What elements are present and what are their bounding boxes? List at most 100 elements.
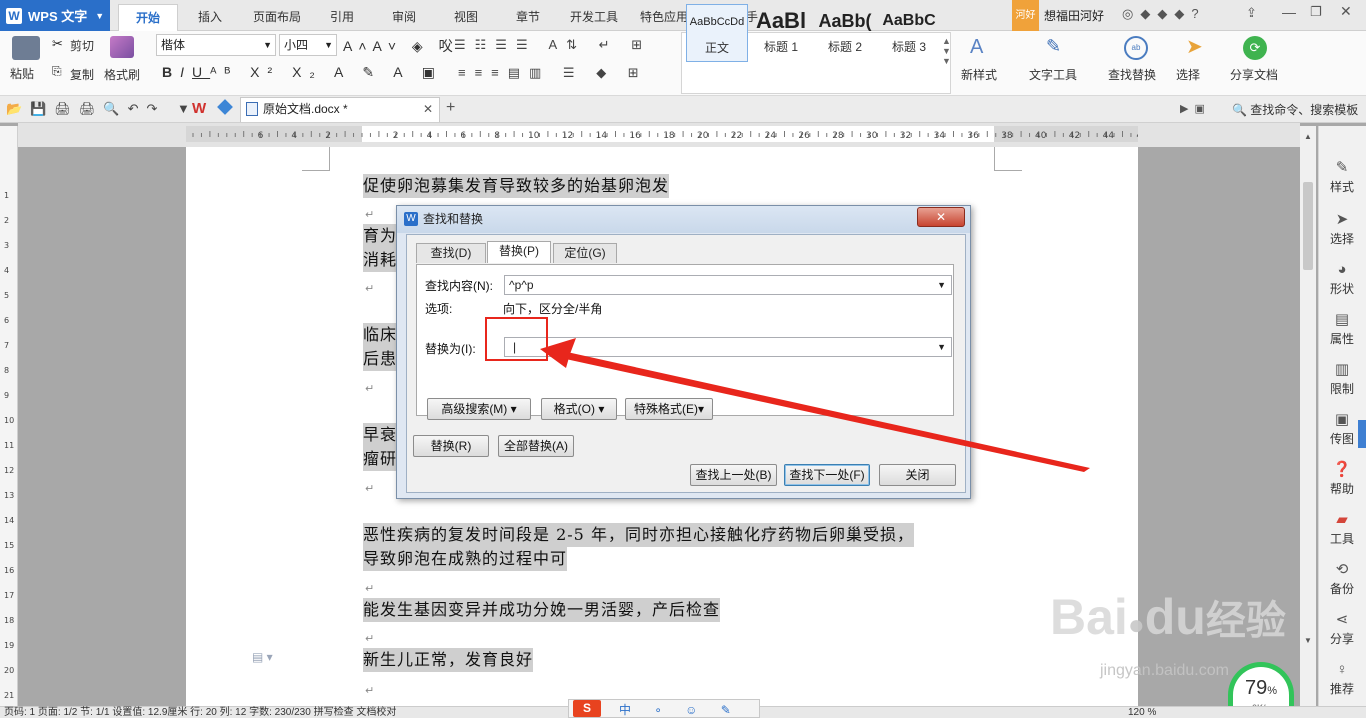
- share-doc-button[interactable]: 分享文档: [1230, 66, 1278, 83]
- user-name[interactable]: 想福田河好: [1044, 7, 1104, 24]
- panel-styles[interactable]: ✎ 样式: [1319, 158, 1365, 195]
- command-search[interactable]: 🔍 查找命令、搜索模板: [1232, 101, 1358, 118]
- alignment-icons[interactable]: ≡≡≡▤▥ ☰ ◆ ⊞: [458, 65, 648, 81]
- panel-share[interactable]: ⋖ 分享: [1319, 610, 1365, 647]
- panel-shapes[interactable]: ◕ 形状: [1319, 260, 1365, 297]
- doc-line-fragment[interactable]: 育为: [363, 224, 398, 248]
- font-name-value: 楷体: [161, 38, 186, 52]
- new-tab-icon[interactable]: +: [446, 99, 455, 117]
- paste-icon[interactable]: [12, 36, 40, 60]
- font-grow-shrink-icons[interactable]: A˄A˅ ◈ 㕮: [343, 36, 459, 56]
- new-style-button[interactable]: 新样式: [961, 66, 997, 83]
- panel-backup[interactable]: ⟲ 备份: [1319, 560, 1365, 597]
- scroll-down-icon[interactable]: ▼: [1304, 636, 1312, 645]
- dialog-close-button[interactable]: ✕: [917, 207, 965, 227]
- vruler-number: 17: [4, 591, 14, 600]
- tab-sections[interactable]: 章节: [504, 4, 552, 31]
- font-format-icons[interactable]: BIUᴬᴮ X² X₂ A ✎ A ▣: [162, 64, 443, 81]
- panel-toggle-tab[interactable]: [1358, 420, 1366, 448]
- chevron-down-icon[interactable]: ▼: [937, 276, 946, 294]
- ruler-number: 16: [629, 131, 641, 141]
- panel-select[interactable]: ➤ 选择: [1319, 210, 1365, 247]
- vertical-ruler[interactable]: 1 2 3 4 5 6 7 8 9 10 11 12 13 14 15 16 17 18 19 20 21: [0, 126, 18, 706]
- doc-line[interactable]: 新生儿正常，发育良好: [363, 648, 534, 672]
- sogou-icon[interactable]: S: [573, 700, 601, 717]
- font-size-select[interactable]: 小四 ▼: [279, 34, 337, 56]
- tab-goto[interactable]: 定位(G): [553, 243, 617, 263]
- format-painter-button[interactable]: 格式刷: [104, 66, 140, 83]
- document-tab[interactable]: 原始文档.docx * ✕: [240, 97, 440, 122]
- close-tab-icon[interactable]: ✕: [423, 98, 433, 121]
- ime-icons[interactable]: 中 ∘ ☺ ✎ ♬ ▦: [619, 701, 759, 718]
- font-name-select[interactable]: 楷体 ▼: [156, 34, 276, 56]
- panel-restrict[interactable]: ▥ 限制: [1319, 360, 1365, 397]
- tab-references[interactable]: 引用: [318, 4, 366, 31]
- panel-tools[interactable]: ▰ 工具: [1319, 510, 1365, 547]
- user-badge[interactable]: 河好: [1012, 0, 1039, 31]
- vertical-scrollbar[interactable]: ▲ ▼: [1300, 126, 1316, 706]
- doc-line-fragment[interactable]: 临床: [363, 323, 398, 347]
- tab-replace[interactable]: 替换(P): [487, 241, 551, 263]
- format-painter-icon[interactable]: [110, 36, 134, 58]
- style-heading2[interactable]: AaBb(标题 2: [814, 4, 876, 62]
- tab-insert[interactable]: 插入: [182, 4, 238, 31]
- doc-line[interactable]: 促使卵泡募集发育导致较多的始基卵泡发: [363, 174, 670, 198]
- scroll-thumb[interactable]: [1303, 182, 1313, 270]
- tab-developer[interactable]: 开发工具: [564, 4, 624, 31]
- quick-access-icons[interactable]: 📂💾🖨🖨🔍↶↷ ▼: [6, 101, 198, 117]
- dialog-title-bar[interactable]: W 查找和替换: [397, 206, 970, 233]
- doc-options-icon[interactable]: ▤ ▾: [252, 650, 273, 664]
- vruler-number: 16: [4, 566, 14, 575]
- maximize-icon[interactable]: ❐: [1310, 4, 1322, 20]
- style-heading3[interactable]: AaBbC 标题 3: [878, 4, 940, 62]
- tab-view[interactable]: 视图: [442, 4, 490, 31]
- tab-features[interactable]: 特色应用: [634, 4, 694, 31]
- app-title: WPS 文字: [28, 9, 88, 24]
- ruler-number: 6: [258, 131, 264, 141]
- tab-review[interactable]: 审阅: [380, 4, 428, 31]
- copy-button[interactable]: 复制: [70, 66, 94, 83]
- title-tools-icons[interactable]: ◎◆◆◆?: [1122, 6, 1206, 22]
- find-replace-button[interactable]: 查找替换: [1108, 66, 1156, 83]
- app-menu-button[interactable]: W WPS 文字 ▼: [0, 0, 110, 31]
- doc-line-fragment[interactable]: 后患: [363, 347, 398, 371]
- doc-line[interactable]: 能发生基因变异并成功分娩一男活婴，产后检查: [363, 598, 721, 622]
- doc-line[interactable]: 导致卵泡在成熟的过程中可: [363, 547, 568, 571]
- text-tools-button[interactable]: 文字工具: [1029, 66, 1077, 83]
- style-normal[interactable]: AaBbCcDd 正文: [686, 4, 748, 62]
- tab-page-layout[interactable]: 页面布局: [244, 4, 310, 31]
- list-icons[interactable]: ☰☷☰☰ A⇅ ↵ ⊞: [454, 37, 651, 53]
- tab-home[interactable]: 开始: [118, 4, 178, 31]
- replace-with-label: 替换为(I):: [425, 342, 476, 356]
- scroll-up-icon[interactable]: ▲: [1304, 132, 1312, 141]
- ime-toolbar[interactable]: S 中 ∘ ☺ ✎ ♬ ▦: [568, 699, 760, 718]
- style-scroll-icon[interactable]: ▲ ▼ ▼: [942, 36, 951, 66]
- doc-line-fragment[interactable]: 瘤研: [363, 447, 398, 471]
- minimize-icon[interactable]: —: [1282, 4, 1296, 20]
- find-what-input[interactable]: ^p^p ▼: [504, 275, 952, 295]
- style-label: 标题 1: [763, 40, 798, 54]
- paste-button[interactable]: 粘贴: [10, 65, 34, 82]
- status-info[interactable]: 页码: 1 页面: 1/2 节: 1/1 设置值: 12.9厘米 行: 20 列…: [4, 707, 396, 718]
- style-heading1[interactable]: AaBl 标题 1: [750, 4, 812, 62]
- minimize-ribbon-icon[interactable]: ⇪: [1246, 5, 1257, 21]
- zoom-level[interactable]: 120 %: [1128, 707, 1156, 718]
- panel-help[interactable]: ❓ 帮助: [1319, 460, 1365, 497]
- advanced-search-button[interactable]: 高级搜索(M) ▾: [427, 398, 531, 420]
- view-icons[interactable]: ▶▣: [1180, 102, 1211, 115]
- tab-find[interactable]: 查找(D): [416, 243, 486, 263]
- style-preview: AaBbCcDd: [689, 16, 745, 28]
- panel-label: 样式: [1329, 180, 1354, 194]
- cut-button[interactable]: 剪切: [70, 37, 94, 54]
- panel-label: 推荐: [1329, 682, 1354, 696]
- close-icon[interactable]: ✕: [1340, 3, 1352, 20]
- panel-properties[interactable]: ▤ 属性: [1319, 310, 1365, 347]
- select-button[interactable]: 选择: [1176, 66, 1200, 83]
- horizontal-ruler[interactable]: 6 4 2 2 4 6 8 10 12 14 16 18 20 22 24 26 28 30 32 34 36 38 40 4…: [186, 126, 1148, 142]
- doc-line-fragment[interactable]: 早衰: [363, 423, 398, 447]
- speed-percent: 79%: [1245, 677, 1277, 700]
- replace-button[interactable]: 替换(R): [413, 435, 489, 457]
- panel-recommend[interactable]: ♀ 推荐: [1319, 660, 1365, 697]
- doc-line-fragment[interactable]: 消耗: [363, 248, 398, 272]
- doc-line[interactable]: 恶性疾病的复发时间段是 2-5 年，同时亦担心接触化疗药物后卵巢受损，: [363, 523, 914, 547]
